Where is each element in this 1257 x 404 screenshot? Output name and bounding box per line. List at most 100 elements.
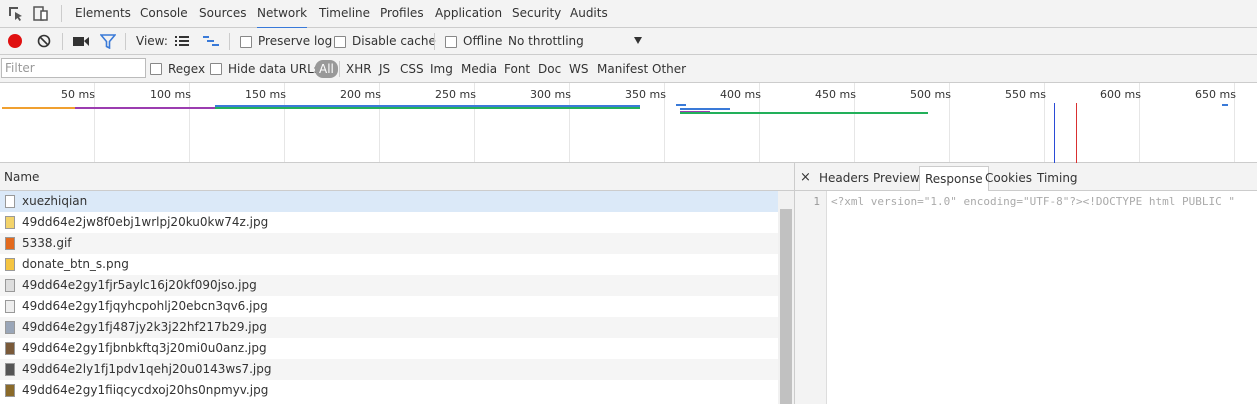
timeline-tick-label: 300 ms: [530, 88, 571, 101]
inspect-element-icon[interactable]: [8, 6, 24, 22]
request-row[interactable]: xuezhiqian: [0, 191, 778, 212]
tab-headers[interactable]: Headers: [819, 170, 869, 186]
filter-type-all[interactable]: All: [315, 60, 338, 78]
network-toolbar: View: Preserve log Disable cache Offline…: [0, 28, 1257, 55]
request-name: 49dd64e2gy1fjbnbkftq3j20mi0u0anz.jpg: [22, 341, 267, 355]
request-row[interactable]: 49dd64e2ly1fj1pdv1qehj20u0143ws7.jpg: [0, 359, 778, 380]
disable-cache-label: Disable cache: [352, 34, 436, 48]
timeline-tick-label: 450 ms: [815, 88, 856, 101]
image-thumbnail-icon: [5, 300, 15, 313]
disable-cache-checkbox[interactable]: [334, 36, 346, 48]
timeline-overview[interactable]: 50 ms 100 ms 150 ms 200 ms 250 ms 300 ms…: [0, 83, 1257, 163]
tab-security[interactable]: Security: [512, 0, 561, 27]
line-number-gutter: 1: [795, 191, 827, 404]
image-thumbnail-icon: [5, 258, 15, 271]
requests-list: xuezhiqian 49dd64e2jw8f0ebj1wrlpj20ku0kw…: [0, 191, 778, 404]
tab-sources[interactable]: Sources: [199, 0, 246, 27]
filter-type-css[interactable]: CSS: [400, 61, 424, 77]
scrollbar-thumb[interactable]: [780, 209, 792, 404]
device-toolbar-icon[interactable]: [33, 5, 49, 22]
timeline-tick-label: 100 ms: [150, 88, 191, 101]
hide-data-urls-checkbox[interactable]: [210, 63, 222, 75]
filter-type-img[interactable]: Img: [430, 61, 453, 77]
timeline-tick-label: 200 ms: [340, 88, 381, 101]
tab-response[interactable]: Response: [919, 166, 989, 191]
image-thumbnail-icon: [5, 321, 15, 334]
timeline-tick-label: 550 ms: [1005, 88, 1046, 101]
request-row[interactable]: donate_btn_s.png: [0, 254, 778, 275]
clear-icon[interactable]: [37, 34, 51, 48]
detail-tab-bar: × Headers Preview Response Cookies Timin…: [795, 163, 1257, 191]
requests-scrollbar[interactable]: [778, 191, 794, 404]
timeline-bar: [75, 107, 215, 109]
preserve-log-checkbox[interactable]: [240, 36, 252, 48]
tab-cookies[interactable]: Cookies: [985, 170, 1032, 186]
filter-type-other[interactable]: Other: [652, 61, 686, 77]
timeline-bar: [676, 104, 686, 106]
filter-type-media[interactable]: Media: [461, 61, 497, 77]
request-name: 49dd64e2gy1fiiqcycdxoj20hs0npmyv.jpg: [22, 383, 269, 397]
waterfall-overview-icon[interactable]: [203, 35, 219, 47]
line-number: 1: [813, 195, 820, 208]
timeline-bar: [215, 107, 640, 109]
record-button[interactable]: [8, 34, 22, 48]
regex-checkbox[interactable]: [150, 63, 162, 75]
dom-content-loaded-marker: [1054, 103, 1055, 163]
request-row[interactable]: 49dd64e2gy1fjqyhcpohlj20ebcn3qv6.jpg: [0, 296, 778, 317]
preserve-log-label: Preserve log: [258, 34, 333, 48]
request-row[interactable]: 49dd64e2gy1fiiqcycdxoj20hs0npmyv.jpg: [0, 380, 778, 401]
request-row[interactable]: 49dd64e2gy1fjr5aylc16j20kf090jso.jpg: [0, 275, 778, 296]
filter-type-js[interactable]: JS: [379, 61, 390, 77]
tab-network[interactable]: Network: [257, 0, 308, 29]
devtools-tab-bar: Elements Console Sources Network Timelin…: [0, 0, 1257, 29]
tab-timing[interactable]: Timing: [1037, 170, 1078, 186]
timeline-bar: [680, 108, 730, 110]
image-thumbnail-icon: [5, 279, 15, 292]
throttling-select[interactable]: No throttling: [506, 31, 646, 51]
request-name: 49dd64e2ly1fj1pdv1qehj20u0143ws7.jpg: [22, 362, 272, 376]
filter-type-xhr[interactable]: XHR: [346, 61, 372, 77]
request-row[interactable]: 49dd64e2gy1fjbnbkftq3j20mi0u0anz.jpg: [0, 338, 778, 359]
request-name: donate_btn_s.png: [22, 257, 129, 271]
gif-thumbnail-icon: [5, 237, 15, 250]
tab-audits[interactable]: Audits: [570, 0, 608, 27]
view-label: View:: [136, 34, 168, 48]
request-row[interactable]: 5338.gif: [0, 233, 778, 254]
filter-type-doc[interactable]: Doc: [538, 61, 561, 77]
tab-elements[interactable]: Elements: [75, 0, 131, 27]
hide-data-urls-label: Hide data URLs: [228, 62, 321, 76]
offline-checkbox[interactable]: [445, 36, 457, 48]
filter-type-ws[interactable]: WS: [569, 61, 588, 77]
filter-type-font[interactable]: Font: [504, 61, 530, 77]
image-thumbnail-icon: [5, 363, 15, 376]
name-column-header[interactable]: Name: [4, 170, 39, 184]
timeline-tick-label: 600 ms: [1100, 88, 1141, 101]
close-icon[interactable]: ×: [800, 170, 811, 186]
offline-label: Offline: [463, 34, 503, 48]
load-event-marker: [1076, 103, 1077, 163]
tab-preview[interactable]: Preview: [873, 170, 920, 186]
video-camera-icon[interactable]: [73, 36, 89, 47]
timeline-bar: [680, 112, 928, 114]
filter-input[interactable]: [1, 58, 146, 78]
request-name: xuezhiqian: [22, 194, 88, 208]
response-body[interactable]: <?xml version="1.0" encoding="UTF-8"?><!…: [831, 195, 1235, 208]
tab-console[interactable]: Console: [140, 0, 188, 27]
timeline-tick-label: 50 ms: [61, 88, 95, 101]
tab-application[interactable]: Application: [435, 0, 502, 27]
timeline-tick-label: 150 ms: [245, 88, 286, 101]
large-rows-view-icon[interactable]: [175, 35, 189, 47]
image-thumbnail-icon: [5, 384, 15, 397]
timeline-bar: [2, 107, 75, 109]
timeline-bar: [1222, 104, 1228, 106]
tab-profiles[interactable]: Profiles: [380, 0, 424, 27]
tab-timeline[interactable]: Timeline: [319, 0, 370, 27]
request-row[interactable]: 49dd64e2jw8f0ebj1wrlpj20ku0kw74z.jpg: [0, 212, 778, 233]
throttling-value: No throttling: [508, 34, 584, 48]
request-name: 49dd64e2gy1fjqyhcpohlj20ebcn3qv6.jpg: [22, 299, 268, 313]
filter-type-manifest[interactable]: Manifest: [597, 61, 648, 77]
regex-label: Regex: [168, 62, 206, 76]
filter-funnel-icon[interactable]: [99, 34, 117, 50]
request-name: 49dd64e2gy1fj487jy2k3j22hf217b29.jpg: [22, 320, 267, 334]
request-row[interactable]: 49dd64e2gy1fj487jy2k3j22hf217b29.jpg: [0, 317, 778, 338]
